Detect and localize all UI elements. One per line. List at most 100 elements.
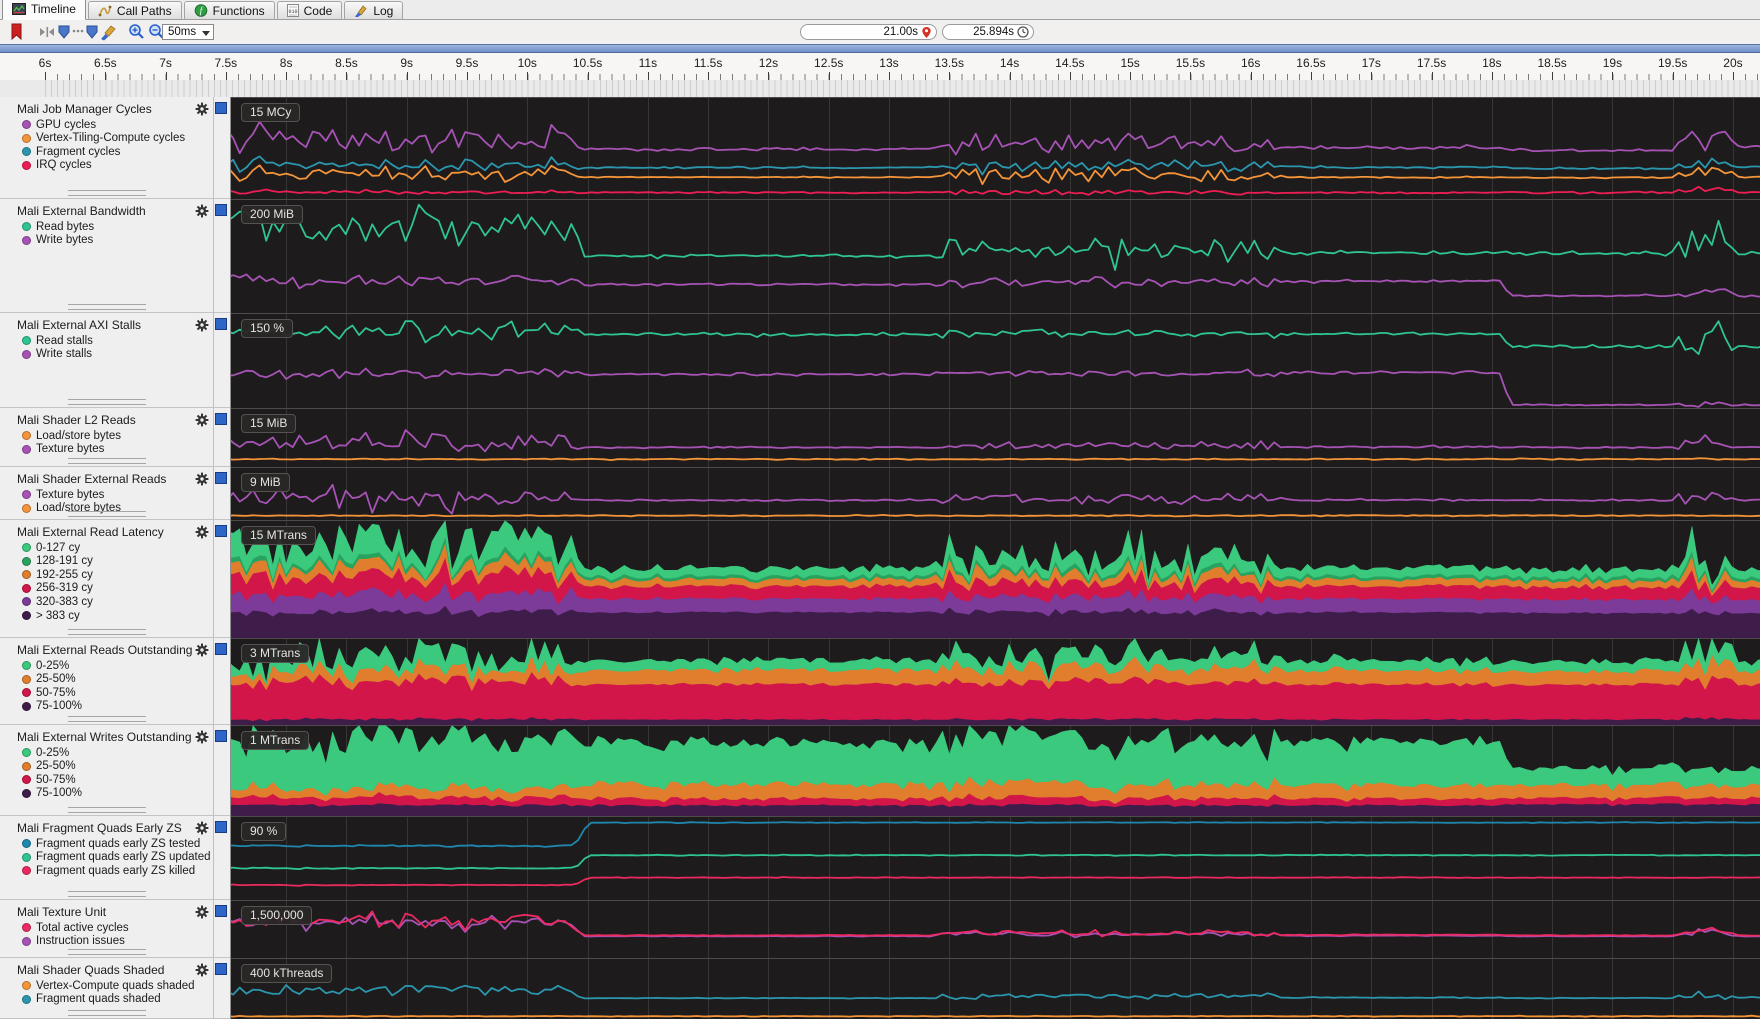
visibility-cell [214, 725, 230, 816]
legend-swatch [22, 160, 31, 170]
row-resize-handle[interactable] [68, 458, 146, 464]
tab-log[interactable]: Log [344, 1, 404, 19]
counter-group-external-bandwidth: Mali External Bandwidth Read bytes Write b… [0, 199, 213, 313]
visibility-checkbox[interactable] [215, 643, 227, 655]
chart-row-external-read-latency[interactable]: 15 MTrans [231, 520, 1760, 638]
gear-icon[interactable] [195, 413, 209, 427]
legend-item[interactable]: Instruction issues [22, 935, 125, 948]
total-time-field[interactable]: 25.894s [942, 24, 1034, 40]
chart-row-fragment-quads-early-zs[interactable]: 90 % [231, 816, 1760, 900]
gear-icon[interactable] [195, 204, 209, 218]
legend-item[interactable]: > 383 cy [22, 609, 80, 622]
chart-row-external-reads-outstanding[interactable]: 3 MTrans [231, 638, 1760, 725]
legend-item[interactable]: Fragment quads early ZS tested [22, 837, 200, 850]
legend-item[interactable]: Fragment quads early ZS killed [22, 864, 195, 877]
gear-icon[interactable] [195, 102, 209, 116]
visibility-checkbox[interactable] [215, 905, 227, 917]
chart-row-texture-unit[interactable]: 1,500,000 [231, 900, 1760, 958]
counter-group-title: Mali External AXI Stalls [17, 318, 142, 332]
visibility-checkbox[interactable] [215, 413, 227, 425]
row-resize-handle[interactable] [68, 190, 146, 196]
legend-item[interactable]: 0-25% [22, 659, 69, 672]
legend-item[interactable]: 25-50% [22, 673, 76, 686]
timeline-scrollbar[interactable] [0, 44, 1760, 53]
cursor-time-field[interactable]: 21.00s [800, 24, 937, 40]
legend-item[interactable]: 75-100% [22, 700, 82, 713]
row-resize-handle[interactable] [68, 399, 146, 405]
visibility-checkbox[interactable] [215, 204, 227, 216]
legend-item[interactable]: IRQ cycles [22, 159, 92, 172]
legend-item[interactable]: 50-75% [22, 773, 76, 786]
visibility-checkbox[interactable] [215, 525, 227, 537]
legend-item[interactable]: 128-191 cy [22, 555, 93, 568]
legend-item[interactable]: GPU cycles [22, 118, 96, 131]
chart-row-job-manager-cycles[interactable]: 15 MCy [231, 97, 1760, 199]
visibility-checkbox[interactable] [215, 102, 227, 114]
time-ruler[interactable]: 6s 6.5s 7s 7.5s 8s 8.5s 9s 9.5s 10s 10.5s 11s 11.5s… [0, 53, 1760, 97]
legend-item[interactable]: 320-383 cy [22, 595, 93, 608]
row-resize-handle[interactable] [68, 891, 146, 897]
legend-item[interactable]: Write bytes [22, 234, 93, 247]
tab-functions[interactable]: f Functions [183, 1, 275, 19]
gear-icon[interactable] [195, 730, 209, 744]
zoom-in-icon[interactable] [128, 23, 146, 41]
row-resize-handle[interactable] [68, 716, 146, 722]
chart-row-external-writes-outstanding[interactable]: 1 MTrans [231, 725, 1760, 816]
legend-item[interactable]: Vertex-Tiling-Compute cycles [22, 132, 185, 145]
legend-item[interactable]: Fragment quads early ZS updated [22, 851, 211, 864]
gear-icon[interactable] [195, 525, 209, 539]
bookmark-icon[interactable] [8, 23, 26, 41]
legend-item[interactable]: 50-75% [22, 686, 76, 699]
chart-row-shader-quads-shaded[interactable]: 400 kThreads [231, 958, 1760, 1019]
visibility-checkbox[interactable] [215, 472, 227, 484]
visibility-checkbox[interactable] [215, 730, 227, 742]
legend-item[interactable]: 256-319 cy [22, 582, 93, 595]
row-resize-handle[interactable] [68, 807, 146, 813]
chart-area[interactable]: 15 MCy 200 MiB 150 % 15 MiB 9 MiB 15 MTrans 3 … [231, 97, 1760, 1019]
legend-label: Texture bytes [36, 488, 105, 501]
legend-item[interactable]: 25-50% [22, 760, 76, 773]
tab-code[interactable]: 010 Code [276, 1, 343, 19]
chart-row-shader-external-reads[interactable]: 9 MiB [231, 467, 1760, 520]
legend-item[interactable]: Vertex-Compute quads shaded [22, 979, 195, 992]
chart-row-shader-l2-reads[interactable]: 15 MiB [231, 408, 1760, 467]
collapse-markers-icon[interactable] [38, 23, 56, 41]
legend-item[interactable]: Load/store bytes [22, 429, 121, 442]
legend-item[interactable]: Total active cycles [22, 921, 129, 934]
brush-icon[interactable] [100, 23, 118, 41]
legend-item[interactable]: Texture bytes [22, 488, 104, 501]
gear-icon[interactable] [195, 821, 209, 835]
legend-item[interactable]: Read bytes [22, 220, 94, 233]
marker-pair-icon[interactable] [58, 23, 98, 41]
row-resize-handle[interactable] [68, 1010, 146, 1016]
gear-icon[interactable] [195, 472, 209, 486]
gear-icon[interactable] [195, 318, 209, 332]
legend-item[interactable]: Fragment cycles [22, 145, 120, 158]
row-resize-handle[interactable] [68, 949, 146, 955]
legend-item[interactable]: 192-255 cy [22, 568, 93, 581]
legend-label: Read bytes [36, 220, 95, 233]
visibility-checkbox[interactable] [215, 821, 227, 833]
row-resize-handle[interactable] [68, 304, 146, 310]
interval-select[interactable]: 50ms [162, 24, 214, 40]
row-resize-handle[interactable] [68, 511, 146, 517]
legend-item[interactable]: Texture bytes [22, 443, 104, 456]
chart-row-external-bandwidth[interactable]: 200 MiB [231, 199, 1760, 313]
legend-item[interactable]: 0-25% [22, 746, 69, 759]
visibility-cell [214, 520, 230, 638]
legend-item[interactable]: 0-127 cy [22, 541, 80, 554]
gear-icon[interactable] [195, 963, 209, 977]
legend-item[interactable]: 75-100% [22, 787, 82, 800]
visibility-checkbox[interactable] [215, 963, 227, 975]
chart-row-external-axi-stalls[interactable]: 150 % [231, 313, 1760, 408]
gear-icon[interactable] [195, 643, 209, 657]
row-resize-handle[interactable] [68, 629, 146, 635]
legend-swatch [22, 556, 31, 566]
gear-icon[interactable] [195, 905, 209, 919]
legend-item[interactable]: Fragment quads shaded [22, 993, 161, 1006]
legend-item[interactable]: Write stalls [22, 348, 92, 361]
legend-item[interactable]: Read stalls [22, 334, 93, 347]
tab-call-paths[interactable]: Call Paths [87, 1, 182, 19]
visibility-checkbox[interactable] [215, 318, 227, 330]
tab-timeline[interactable]: Timeline [2, 0, 86, 20]
